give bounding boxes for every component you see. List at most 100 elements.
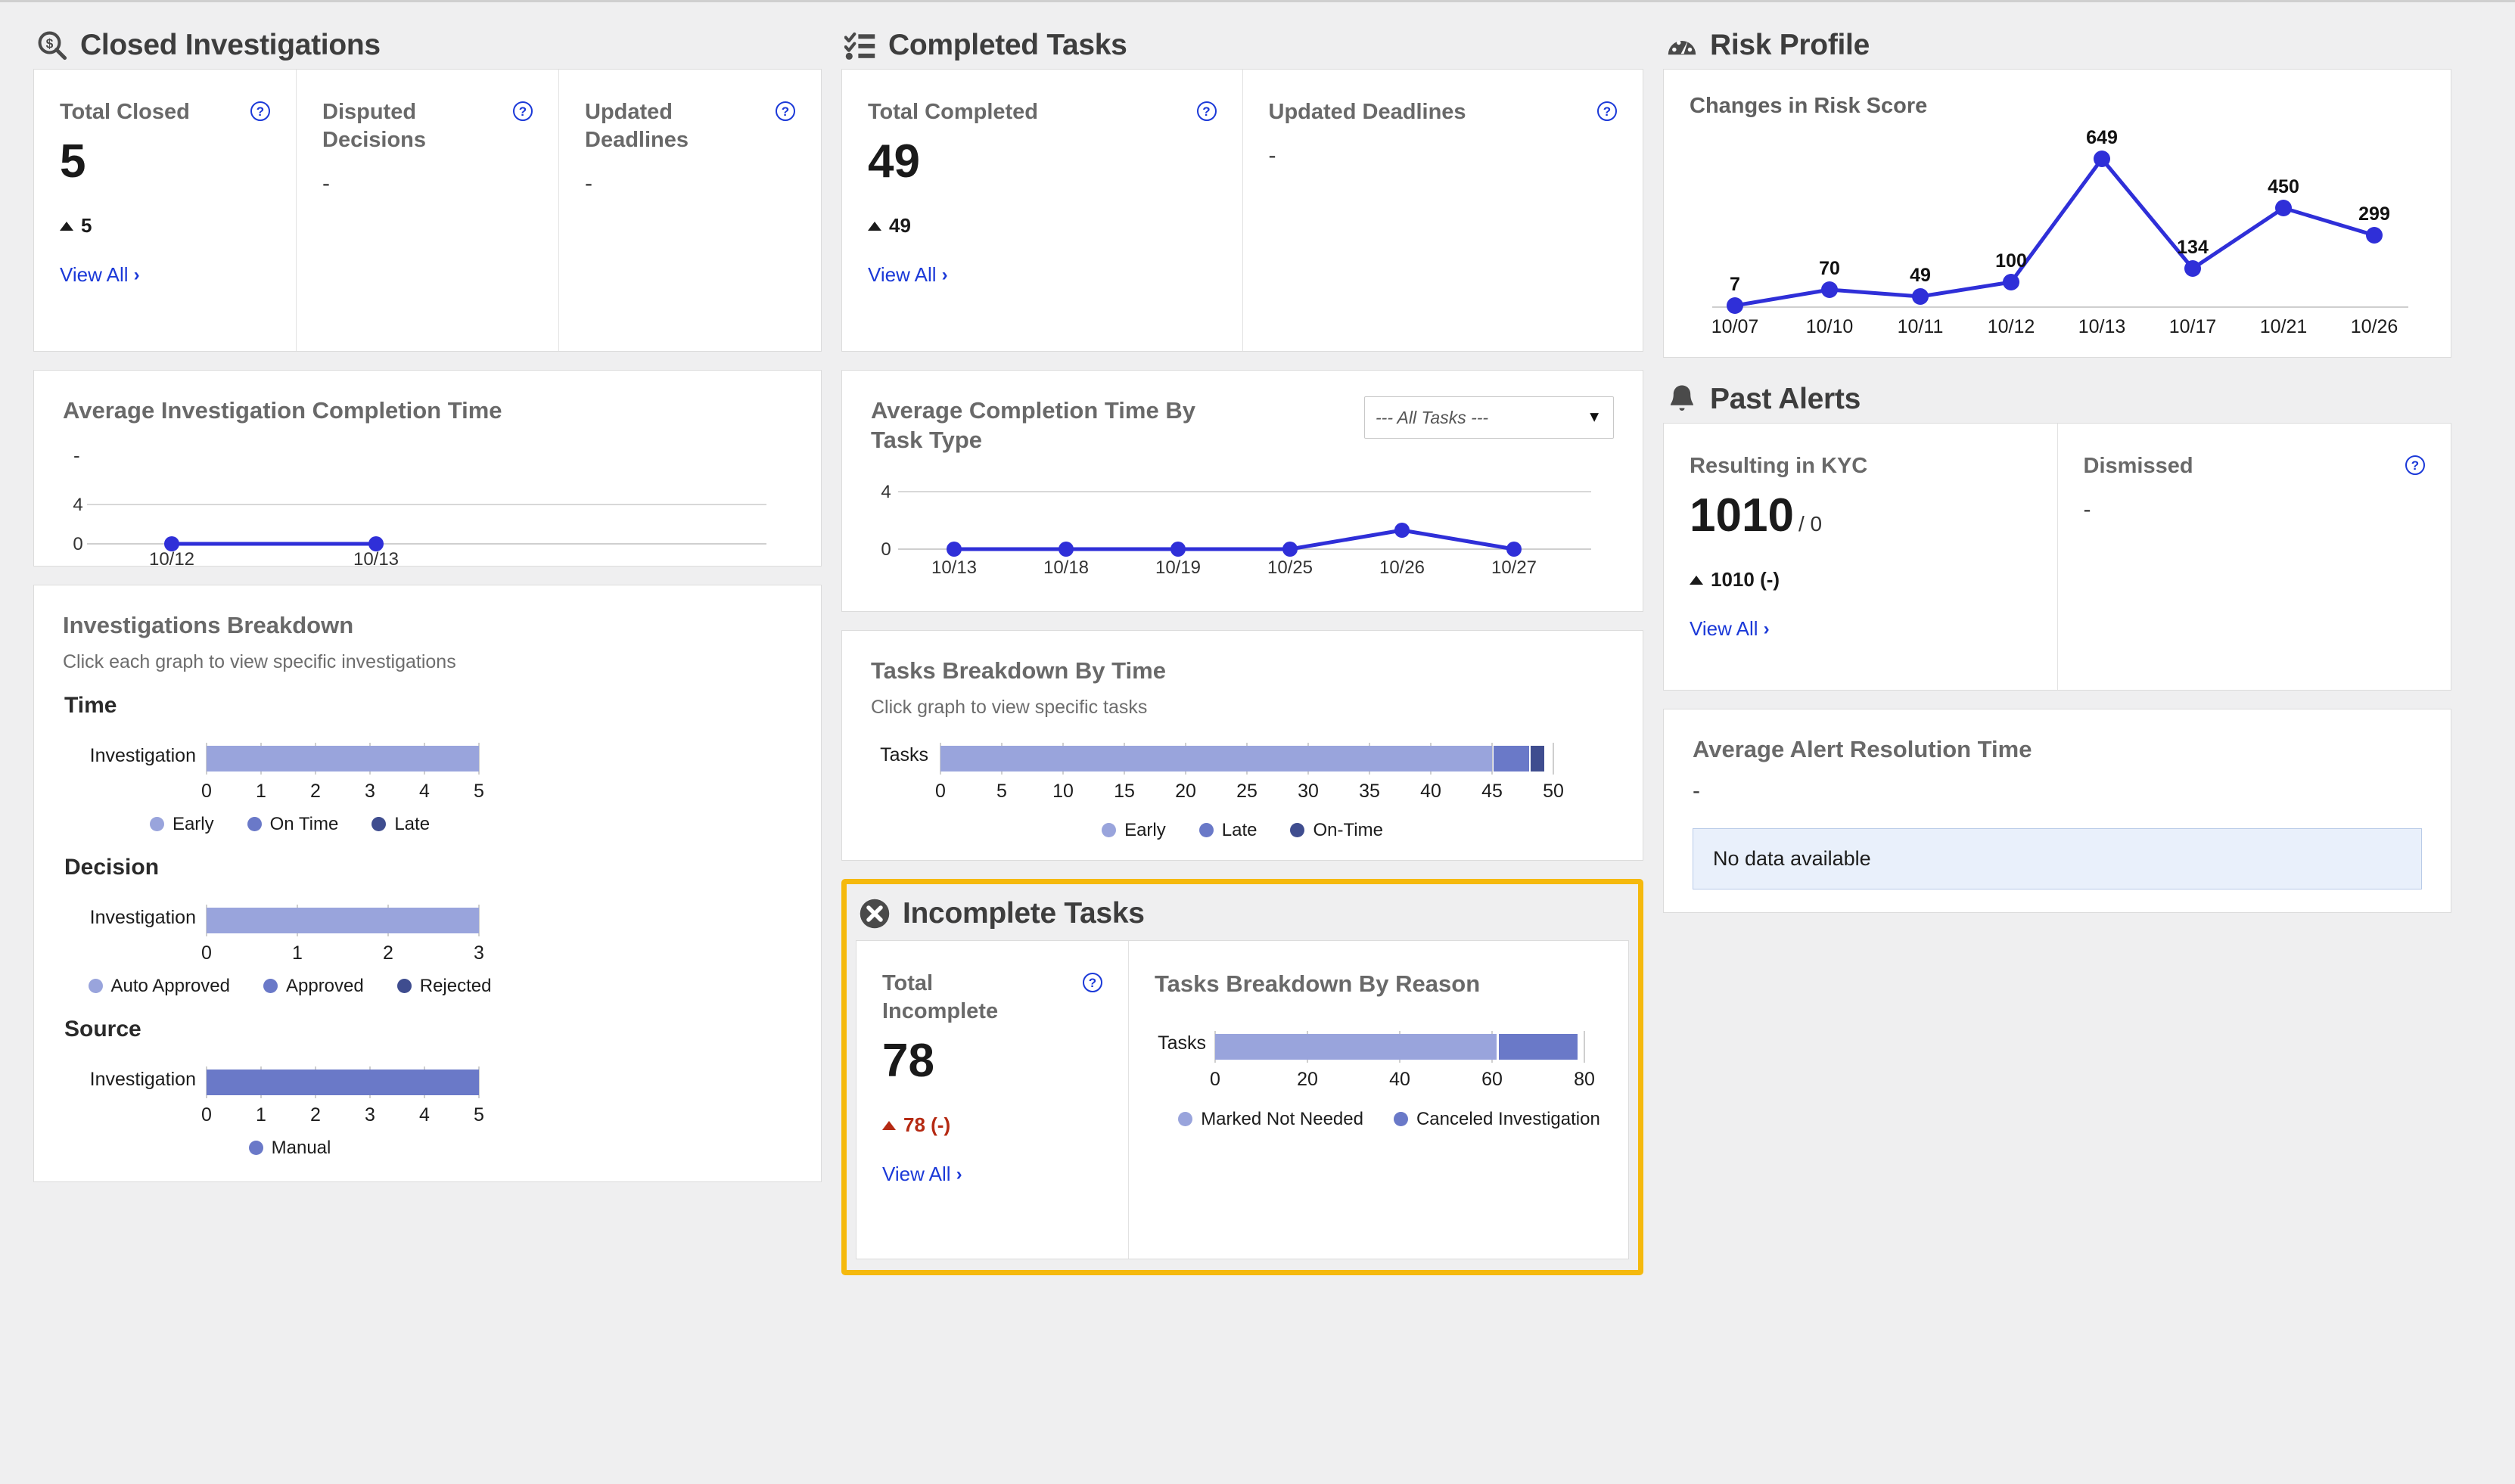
view-all-past-alerts[interactable]: View All › [1690,617,1770,641]
svg-text:5: 5 [996,781,1007,802]
avg-investigation-completion-time-title: Average Investigation Completion Time [63,397,502,424]
help-icon[interactable]: ? [250,101,270,121]
triangle-up-icon [1690,575,1703,585]
svg-text:10/17: 10/17 [2169,316,2217,337]
svg-text:3: 3 [365,1104,375,1125]
svg-text:40: 40 [1420,781,1441,802]
svg-text:Tasks: Tasks [880,744,928,765]
kpi-resulting-in-kyc-label: Resulting in KYC [1690,454,1868,478]
avg-investigation-completion-time-chart[interactable]: - 4 0 10/12 10/13 [63,446,792,567]
svg-text:Investigation: Investigation [90,907,196,928]
svg-text:10/13: 10/13 [931,557,977,578]
svg-text:5: 5 [474,781,484,802]
incomplete-tasks-card: Total Incomplete ? 78 78 (-) View All › [856,940,1629,1259]
changes-in-risk-score-card: Changes in Risk Score 7 70 49 100 649 13… [1663,69,2451,358]
kpi-resulting-in-kyc-number: 1010 [1690,489,1794,542]
svg-text:10/26: 10/26 [1379,557,1425,578]
svg-text:10/11: 10/11 [1898,316,1944,337]
bell-icon [1670,385,1694,411]
investigations-breakdown-time-chart[interactable]: Investigation 0 1 2 3 4 5 [63,725,792,809]
tasks-breakdown-by-reason-legend: Marked Not Needed Canceled Investigation [1155,1109,1624,1130]
investigations-breakdown-source-chart[interactable]: Investigation 0 1 2 3 4 5 [63,1048,792,1133]
closed-investigations-header: $ Closed Investigations [33,22,822,69]
kpi-updated-deadlines-label: Updated Deadlines [585,100,689,153]
changes-in-risk-score-chart[interactable]: 7 70 49 100 649 134 450 299 10/07 10/10 1… [1690,127,2428,346]
help-icon[interactable]: ? [1083,973,1102,992]
investigations-breakdown-source-legend: Manual [63,1138,517,1159]
task-type-filter[interactable]: --- All Tasks --- ▼ [1364,396,1614,439]
svg-text:10/25: 10/25 [1267,557,1313,578]
svg-text:Tasks: Tasks [1158,1032,1206,1054]
checklist-icon [844,32,875,60]
triangle-up-icon [882,1120,896,1130]
svg-text:2: 2 [383,942,393,964]
kpi-total-incomplete-delta-value: 78 (-) [903,1113,951,1137]
svg-text:10/12: 10/12 [1988,316,2035,337]
help-icon[interactable]: ? [776,101,795,121]
legend-item[interactable]: Late [371,814,430,835]
changes-in-risk-score-title: Changes in Risk Score [1690,94,1928,118]
kpi-total-completed-label: Total Completed [868,100,1039,124]
kpi-total-incomplete-value: 78 [882,1035,934,1088]
view-all-incomplete-tasks[interactable]: View All › [882,1163,962,1186]
legend-item[interactable]: Marked Not Needed [1178,1109,1363,1130]
kpi-total-closed-label: Total Closed [60,100,190,124]
svg-text:0: 0 [201,1104,212,1125]
svg-text:1: 1 [256,781,266,802]
legend-item[interactable]: Auto Approved [88,976,230,997]
help-icon[interactable]: ? [2405,455,2425,475]
closed-investigations-kpi-card: Total Closed ? 5 5 View All › Disputed D… [33,69,822,352]
legend-item[interactable]: On-Time [1290,820,1383,841]
svg-text:10: 10 [1052,781,1074,802]
investigations-breakdown-subtitle: Click each graph to view specific invest… [63,650,456,672]
kpi-total-closed-delta: 5 [60,214,270,238]
help-icon[interactable]: ? [1597,101,1617,121]
svg-text:5: 5 [474,1104,484,1125]
kpi-disputed-decisions-value: - [322,171,330,197]
svg-text:4: 4 [419,1104,430,1125]
help-icon[interactable]: ? [513,101,533,121]
legend-item[interactable]: Late [1198,820,1257,841]
legend-color-dot [248,1141,263,1156]
task-type-select[interactable]: --- All Tasks --- [1364,396,1614,439]
risk-profile-title: Risk Profile [1710,29,1870,61]
investigations-breakdown-decision-chart[interactable]: Investigation 0 1 2 3 [63,886,792,971]
legend-label: Approved [285,975,364,996]
view-all-label: View All [1690,617,1758,641]
kpi-completed-updated-deadlines-label: Updated Deadlines [1268,100,1466,124]
legend-color-dot [88,979,103,994]
legend-item[interactable]: Early [149,813,214,835]
kpi-total-completed-delta: 49 [868,214,1217,238]
legend-label: Early [172,813,214,834]
avg-completion-time-by-task-type-chart[interactable]: 4 0 10/13 10/18 10/19 10/25 10/26 10/27 [871,475,1614,581]
view-all-closed-investigations[interactable]: View All › [60,263,140,287]
legend-item[interactable]: Early [1102,820,1166,841]
magnifier-dollar-icon: $ [38,31,67,61]
view-all-completed-tasks[interactable]: View All › [868,263,948,287]
legend-item[interactable]: Rejected [396,976,491,997]
svg-text:10/21: 10/21 [2260,316,2308,337]
kpi-total-incomplete: Total Incomplete ? 78 78 (-) View All › [856,941,1129,1259]
svg-text:$: $ [46,36,54,51]
help-icon[interactable]: ? [1196,101,1217,121]
tasks-breakdown-by-time-chart[interactable]: Tasks 0 5 10 15 20 25 30 35 40 45 50 [871,732,1614,815]
legend-item[interactable]: Canceled Investigation [1393,1109,1600,1130]
completed-tasks-column: Completed Tasks Total Completed ? 49 49 … [841,22,1643,1293]
tasks-breakdown-by-time-subtitle: Click graph to view specific tasks [871,696,1148,718]
svg-text:10/07: 10/07 [1711,316,1759,337]
legend-label: Marked Not Needed [1201,1108,1363,1129]
tasks-breakdown-by-reason-chart[interactable]: Tasks 0 20 40 60 80 [1155,1020,1624,1100]
legend-label: Early [1124,819,1166,840]
svg-text:20: 20 [1175,781,1196,802]
legend-item[interactable]: Approved [263,976,364,997]
svg-text:4: 4 [881,482,891,502]
svg-text:15: 15 [1114,781,1135,802]
svg-text:1: 1 [292,942,303,964]
kpi-total-closed: Total Closed ? 5 5 View All › [34,70,297,351]
svg-text:40: 40 [1389,1069,1410,1090]
legend-item[interactable]: Manual [248,1138,331,1159]
tasks-breakdown-by-reason-title: Tasks Breakdown By Reason [1155,970,1481,997]
legend-item[interactable]: On Time [247,813,339,835]
incomplete-tasks-highlight: Incomplete Tasks Total Incomplete ? 78 7… [841,879,1643,1275]
legend-label: On Time [269,813,339,834]
